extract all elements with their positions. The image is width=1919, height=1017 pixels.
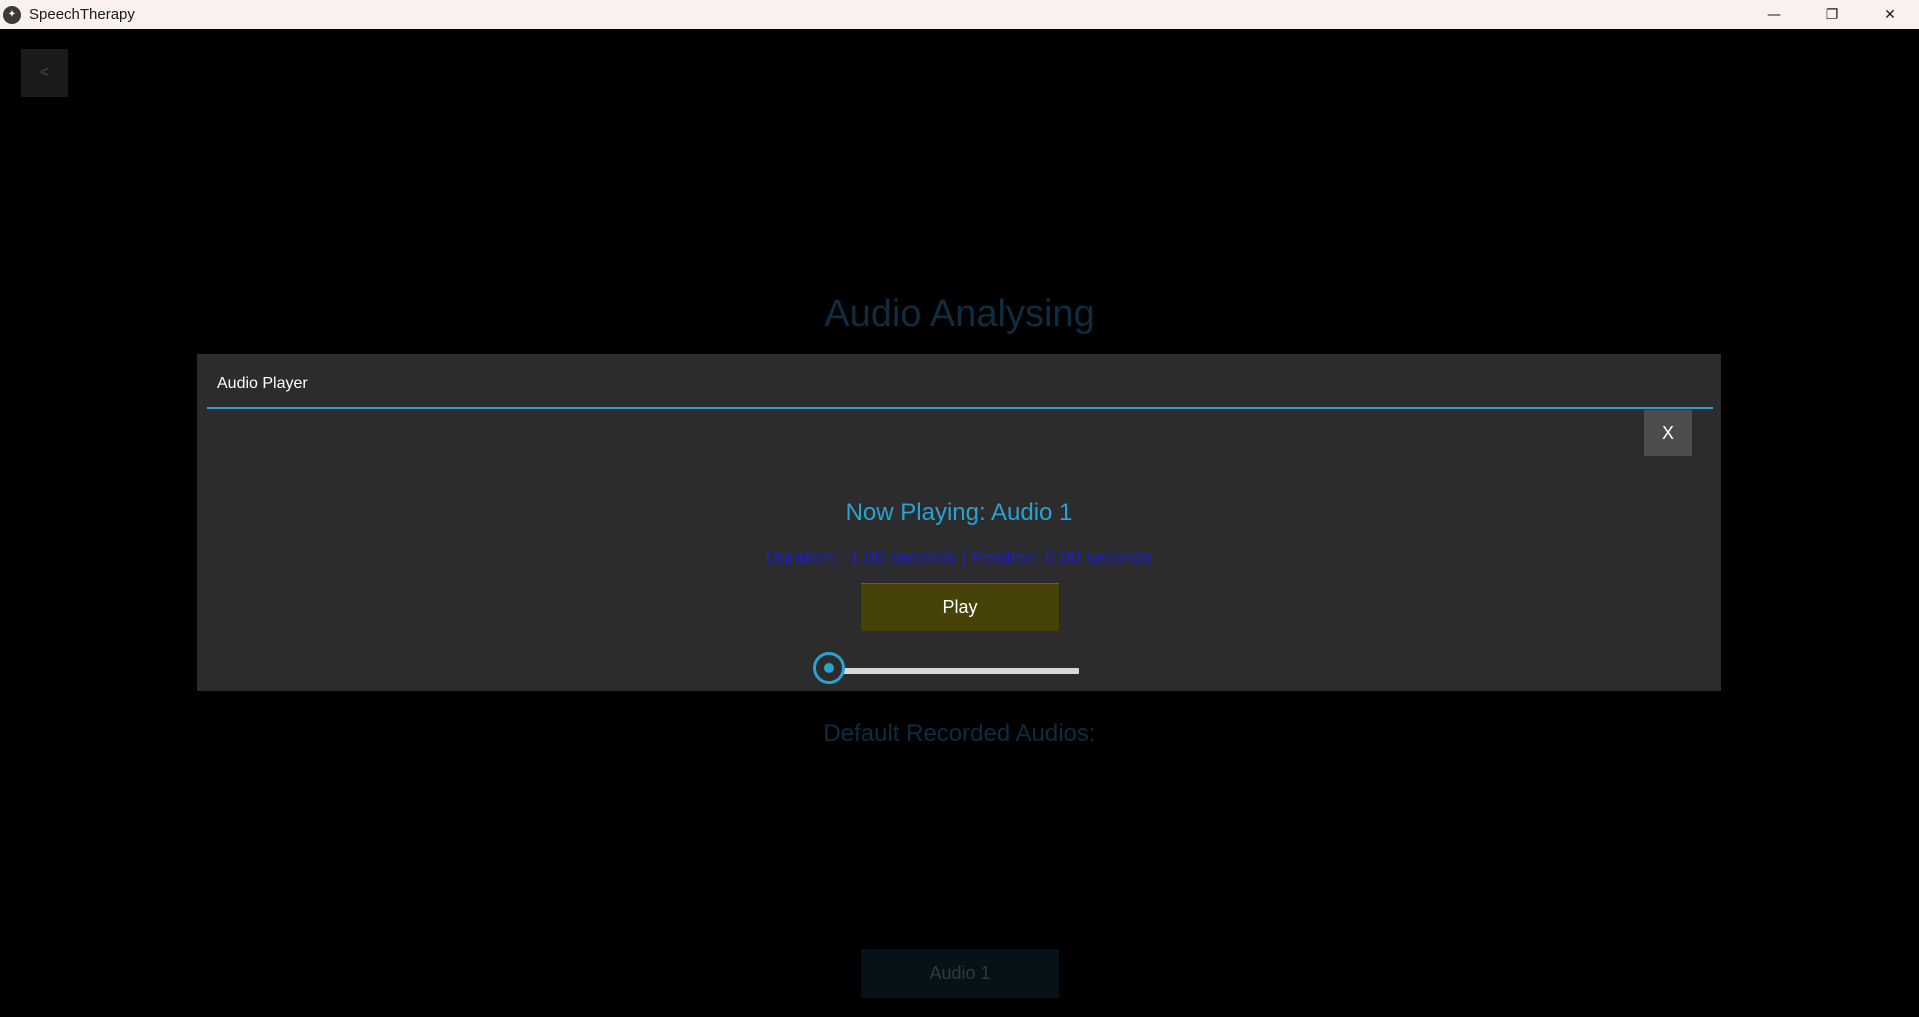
minimize-button[interactable]: — (1745, 0, 1803, 29)
kivy-logo-icon: ✦ (3, 5, 21, 24)
dialog-title: Audio Player (217, 375, 308, 392)
slider-track[interactable] (829, 668, 1079, 674)
now-playing-label: Now Playing: Audio 1 (845, 499, 1073, 526)
position-slider[interactable] (811, 649, 1097, 693)
audio-player-dialog: Audio Player X Now Playing: Audio 1 Dura… (197, 354, 1721, 691)
duration-position-label: Duration: -1.00 seconds | Position: 0.00… (765, 548, 1153, 568)
close-window-button[interactable]: ✕ (1861, 0, 1919, 29)
recorded-audios-heading: Default Recorded Audios: (823, 720, 1096, 747)
back-button[interactable]: < (21, 49, 68, 97)
slider-thumb[interactable] (813, 652, 845, 684)
page-title: Audio Analysing (824, 293, 1095, 335)
restore-button[interactable]: ❐ (1803, 0, 1861, 29)
window-title: SpeechTherapy (29, 6, 135, 23)
app-content: < Audio Analysing Default Recorded Audio… (0, 29, 1919, 1017)
play-button[interactable]: Play (861, 583, 1059, 631)
window-controls: — ❐ ✕ (1745, 0, 1919, 29)
close-dialog-button[interactable]: X (1644, 410, 1692, 456)
dialog-title-divider (207, 407, 1713, 409)
window-titlebar: ✦ SpeechTherapy — ❐ ✕ (0, 0, 1919, 29)
audio-item-button[interactable]: Audio 1 (861, 949, 1059, 998)
